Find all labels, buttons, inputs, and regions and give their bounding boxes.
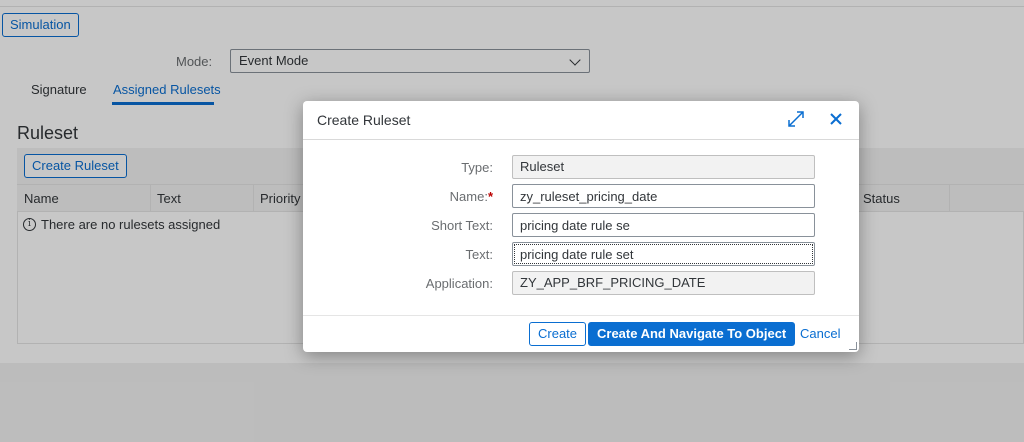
short-text-label: Short Text: — [431, 218, 493, 233]
text-input[interactable] — [512, 242, 815, 266]
modal-overlay-footer — [0, 363, 1024, 442]
dialog-title: Create Ruleset — [317, 112, 411, 128]
resize-handle[interactable] — [849, 342, 857, 350]
create-button[interactable]: Create — [529, 322, 587, 346]
application-label: Application: — [425, 276, 493, 291]
close-icon[interactable] — [828, 111, 848, 131]
application-field: ZY_APP_BRF_PRICING_DATE — [512, 271, 815, 295]
dialog-header-divider — [303, 139, 859, 140]
create-and-navigate-button[interactable]: Create And Navigate To Object — [588, 322, 796, 346]
type-label: Type: — [461, 160, 493, 175]
required-marker: * — [487, 189, 493, 204]
name-label-text: Name: — [449, 189, 488, 204]
expand-icon[interactable] — [787, 110, 807, 130]
cancel-button[interactable]: Cancel — [791, 322, 849, 346]
short-text-input[interactable] — [512, 213, 815, 237]
dialog-footer-divider — [303, 315, 859, 316]
name-input[interactable] — [512, 184, 815, 208]
type-field: Ruleset — [512, 155, 815, 179]
text-label: Text: — [465, 247, 493, 262]
name-label: Name:* — [343, 189, 493, 204]
create-ruleset-dialog: Create Ruleset Type: Ruleset Name:* Shor… — [303, 101, 859, 352]
